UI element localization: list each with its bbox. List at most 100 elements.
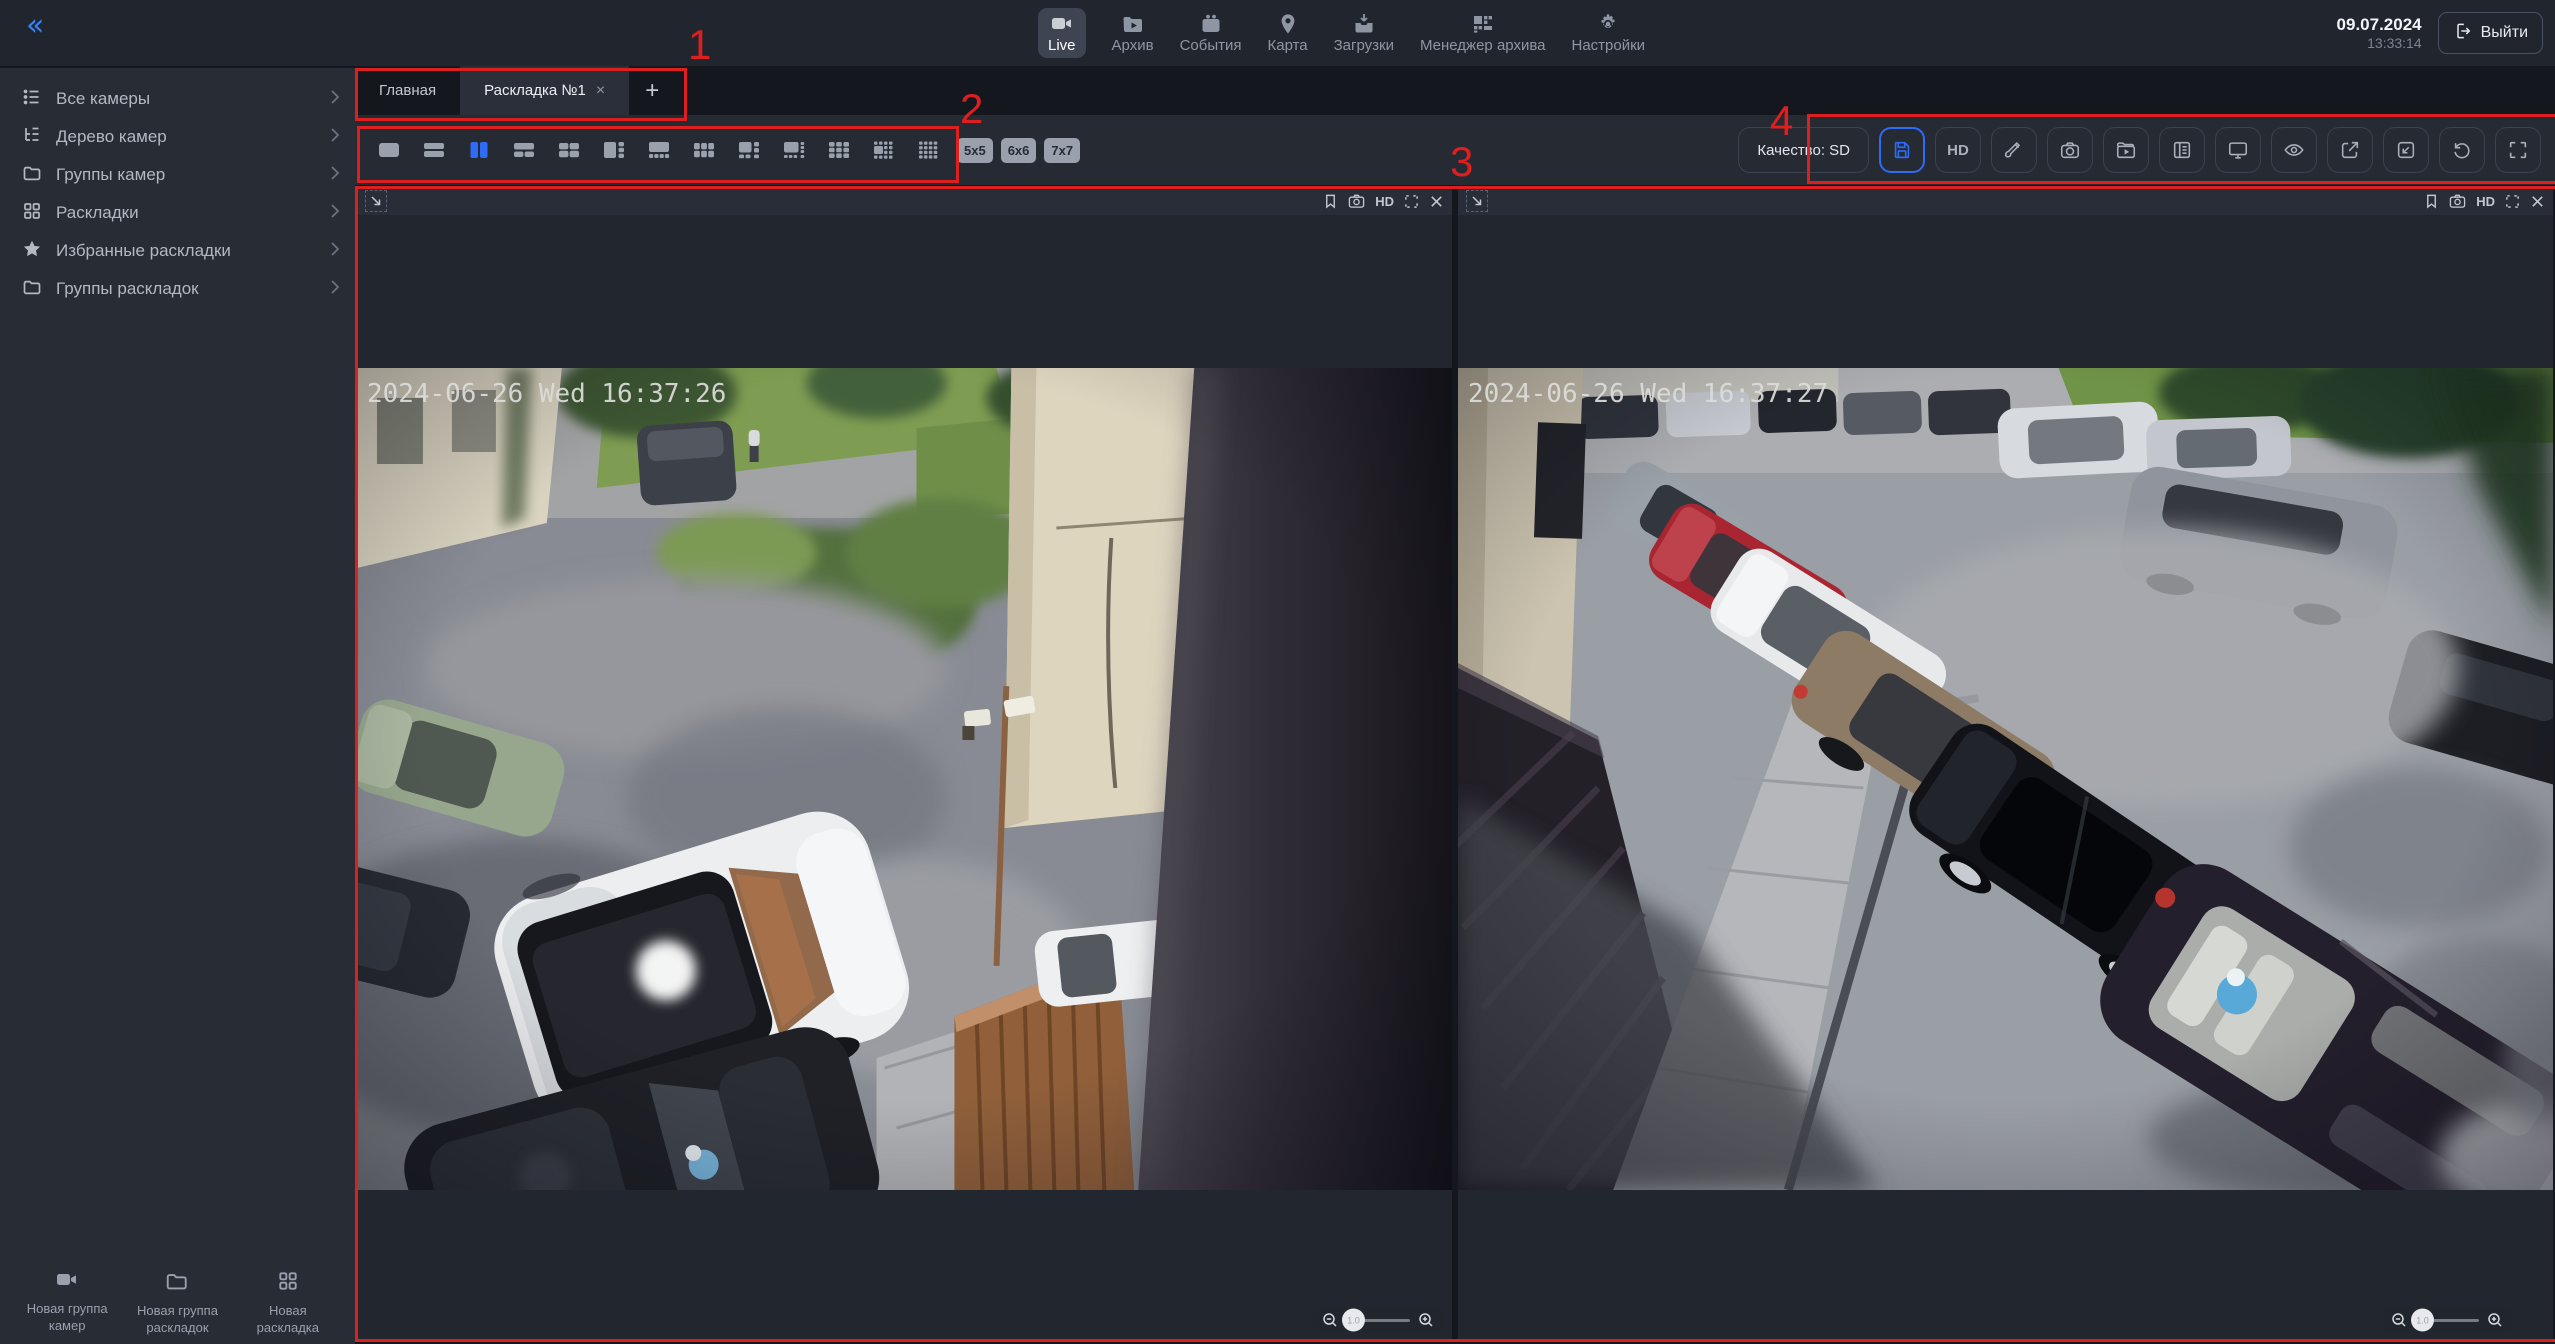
list-panel-icon — [2171, 139, 2193, 161]
archive-play-icon — [2115, 139, 2137, 161]
layout-2-columns-button[interactable] — [459, 133, 499, 167]
new-camera-group-label: Новая группа камер — [27, 1301, 108, 1335]
camera-tree-icon — [22, 125, 42, 150]
chevron-right-icon — [329, 89, 341, 110]
tile-snapshot-button[interactable] — [2449, 193, 2466, 209]
tab-layout-1-label: Раскладка №1 — [484, 82, 586, 99]
new-layout-group-button[interactable]: Новая группа раскладок — [122, 1269, 232, 1338]
fullscreen-button[interactable] — [2495, 127, 2541, 173]
layout-6x6-button[interactable]: 6x6 — [1001, 138, 1037, 163]
tile-hd-toggle[interactable]: HD — [1375, 194, 1394, 209]
tile-bookmark-button[interactable] — [1323, 193, 1338, 209]
display-button[interactable] — [2215, 127, 2261, 173]
new-layout-button[interactable]: Новая раскладка — [233, 1269, 343, 1338]
tile-close-button[interactable] — [1429, 194, 1444, 209]
sidebar-item-camera-tree[interactable]: Дерево камер — [0, 118, 355, 156]
save-layout-button[interactable] — [1879, 127, 1925, 173]
events-panel-button[interactable] — [2159, 127, 2205, 173]
nav-live[interactable]: Live — [1038, 8, 1086, 58]
visibility-button[interactable] — [2271, 127, 2317, 173]
layout-5x5-button[interactable]: 5x5 — [957, 138, 993, 163]
chevron-right-icon — [329, 203, 341, 224]
fullscreen-icon — [1404, 194, 1419, 209]
logout-button[interactable]: Выйти — [2438, 12, 2543, 54]
refresh-button[interactable] — [2439, 127, 2485, 173]
tile-resize-handle[interactable] — [365, 190, 387, 212]
nav-settings[interactable]: Настройки — [1571, 13, 1645, 54]
clear-layout-button[interactable] — [1991, 127, 2037, 173]
layout-4x4-big-center-button[interactable] — [864, 133, 904, 167]
chevron-right-icon — [329, 241, 341, 262]
sidebar-item-layout-groups[interactable]: Группы раскладок — [0, 270, 355, 308]
camera-tile-2: HD — [1458, 187, 2553, 1342]
zoom-slider-knob[interactable]: 1.0 — [1342, 1309, 1365, 1332]
layout-big-left-col-button[interactable] — [594, 133, 634, 167]
quality-button[interactable]: Качество: SD — [1738, 127, 1869, 173]
tab-home[interactable]: Главная — [355, 66, 460, 115]
layout-4x4-button[interactable] — [909, 133, 949, 167]
add-tab-button[interactable]: + — [629, 66, 675, 115]
layout-big-tl-wide-button[interactable] — [774, 133, 814, 167]
sidebar-collapse-button[interactable]: « — [20, 10, 50, 42]
brush-icon — [2003, 139, 2025, 161]
layout-7x7-button[interactable]: 7x7 — [1044, 138, 1080, 163]
nav-downloads[interactable]: Загрузки — [1334, 13, 1394, 54]
zoom-out-button[interactable] — [1322, 1312, 1338, 1328]
minimize-to-window-button[interactable] — [2383, 127, 2429, 173]
chevron-right-icon — [329, 279, 341, 300]
downloads-box-icon — [1352, 13, 1376, 35]
nav-archive-manager[interactable]: Менеджер архива — [1420, 13, 1545, 54]
camera-1-video[interactable]: 2024-06-26 Wed 16:37:26 — [357, 368, 1452, 1190]
layout-1x1-button[interactable] — [369, 133, 409, 167]
tile-bookmark-button[interactable] — [2424, 193, 2439, 209]
sidebar-item-label: Дерево камер — [56, 127, 167, 147]
zoom-out-icon — [1322, 1312, 1338, 1328]
sidebar-item-label: Группы раскладок — [56, 279, 199, 299]
sidebar-footer: Новая группа камер Новая группа раскладо… — [0, 1269, 355, 1338]
snapshot-camera-icon — [1348, 193, 1365, 209]
sidebar-item-camera-groups[interactable]: Группы камер — [0, 156, 355, 194]
layout-2x3-icon — [691, 140, 717, 160]
eye-icon — [2283, 139, 2305, 161]
hd-quality-button[interactable]: HD — [1935, 127, 1981, 173]
tile-resize-handle[interactable] — [1466, 190, 1488, 212]
tile-fullscreen-button[interactable] — [2505, 194, 2520, 209]
tile-1-header: HD — [357, 187, 1452, 215]
tile-snapshot-button[interactable] — [1348, 193, 1365, 209]
layout-big-tl-3x3-button[interactable] — [729, 133, 769, 167]
archive-view-button[interactable] — [2103, 127, 2149, 173]
tile-2-zoom-control: 1.0 — [2381, 1308, 2513, 1332]
zoom-slider[interactable]: 1.0 — [1346, 1319, 1410, 1322]
zoom-slider[interactable]: 1.0 — [2415, 1319, 2479, 1322]
snapshot-all-button[interactable] — [2047, 127, 2093, 173]
layout-2-rows-button[interactable] — [414, 133, 454, 167]
bookmark-icon — [2424, 193, 2439, 209]
export-button[interactable] — [2327, 127, 2373, 173]
layout-big-top-row-button[interactable] — [639, 133, 679, 167]
tab-layout-1[interactable]: Раскладка №1 × — [460, 66, 629, 115]
nav-map[interactable]: Карта — [1267, 13, 1307, 54]
zoom-slider-knob[interactable]: 1.0 — [2411, 1309, 2434, 1332]
star-icon — [22, 239, 42, 264]
layout-3x3-button[interactable] — [819, 133, 859, 167]
sidebar-item-favorite-layouts[interactable]: Избранные раскладки — [0, 232, 355, 270]
layout-2x3-button[interactable] — [684, 133, 724, 167]
tab-home-label: Главная — [379, 82, 436, 99]
tab-close-icon[interactable]: × — [596, 82, 605, 100]
nav-archive[interactable]: Архив — [1112, 13, 1154, 54]
sidebar-item-layouts[interactable]: Раскладки — [0, 194, 355, 232]
layout-1-plus-2-button[interactable] — [504, 133, 544, 167]
zoom-out-button[interactable] — [2391, 1312, 2407, 1328]
zoom-in-button[interactable] — [2487, 1312, 2503, 1328]
sidebar-item-all-cameras[interactable]: Все камеры — [0, 80, 355, 118]
layout-2x2-button[interactable] — [549, 133, 589, 167]
sidebar-item-label: Все камеры — [56, 89, 150, 109]
tile-hd-toggle[interactable]: HD — [2476, 194, 2495, 209]
camera-2-video[interactable]: 2024-06-26 Wed 16:37:27 — [1458, 368, 2553, 1190]
tile-close-button[interactable] — [2530, 194, 2545, 209]
new-camera-group-button[interactable]: Новая группа камер — [12, 1269, 122, 1338]
nav-events[interactable]: События — [1180, 13, 1242, 54]
zoom-in-button[interactable] — [1418, 1312, 1434, 1328]
tile-fullscreen-button[interactable] — [1404, 194, 1419, 209]
layout-viewport: HD — [355, 185, 2555, 1344]
